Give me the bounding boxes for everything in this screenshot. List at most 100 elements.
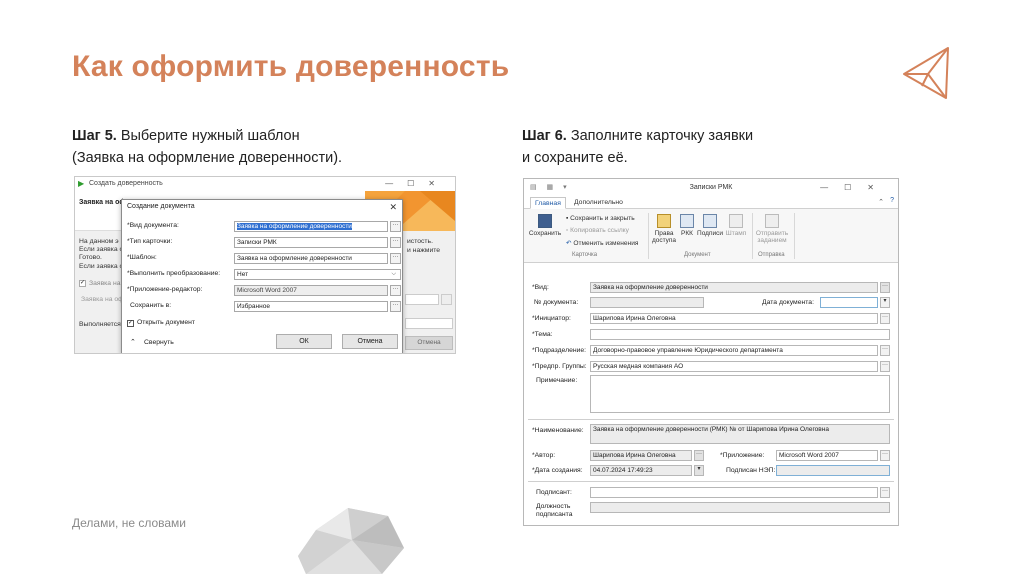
- app-ellipsis-button[interactable]: ···: [880, 450, 890, 461]
- group-ellipsis-button[interactable]: ···: [880, 361, 890, 372]
- save-close-button[interactable]: ▪ Сохранить и закрыть: [566, 215, 635, 222]
- group-field[interactable]: Русская медная компания АО: [590, 361, 878, 372]
- copy-link-label: Копировать ссылку: [570, 227, 629, 234]
- initiator-field[interactable]: Шарипова Ирина Олеговна: [590, 313, 878, 324]
- position-label-2: подписанта: [536, 511, 573, 518]
- request-card-screenshot: ▤ ▦ ▾ Записки РМК —☐✕ Главная Дополнител…: [523, 178, 899, 526]
- signer-field[interactable]: [590, 487, 878, 498]
- signatures-button[interactable]: Подписи: [696, 214, 724, 237]
- author-label: *Автор:: [532, 452, 556, 459]
- created-label: *Дата создания:: [532, 467, 583, 474]
- ribbon-separator: [794, 213, 795, 259]
- create-document-dialog: Создание документа ✕ *Вид документа: Зая…: [121, 199, 403, 353]
- dialog-row-editor: *Приложение-редактор: Microsoft Word 200…: [122, 285, 402, 297]
- docdate-field[interactable]: [820, 297, 878, 308]
- name-field[interactable]: Заявка на оформление доверенности (РМК) …: [590, 424, 890, 444]
- doc-type-value: Заявка на оформление доверенности: [237, 223, 352, 230]
- bg-cancel-button[interactable]: Отмена: [405, 336, 453, 350]
- quick-access-icons[interactable]: ▤ ▦ ▾: [530, 179, 571, 197]
- close-icon[interactable]: ✕: [389, 200, 397, 214]
- signed-field[interactable]: [776, 465, 890, 476]
- ribbon-separator: [648, 213, 649, 259]
- bg-checkbox[interactable]: ✓: [79, 280, 86, 287]
- app-label: *Приложение:: [720, 452, 765, 459]
- ok-button[interactable]: ОК: [276, 334, 332, 349]
- window-controls-icon[interactable]: —☐✕: [820, 179, 890, 197]
- copy-link-button[interactable]: ▫ Копировать ссылку: [566, 227, 629, 234]
- theme-label: *Тема:: [532, 331, 553, 338]
- step-5-text: Шаг 5. Выберите нужный шаблон (Заявка на…: [72, 125, 342, 169]
- save-button[interactable]: Сохранить: [528, 214, 562, 237]
- access-rights-button[interactable]: Права доступа: [650, 214, 678, 244]
- doc-type-input[interactable]: Заявка на оформление доверенности: [234, 221, 388, 232]
- tab-main[interactable]: Главная: [530, 197, 566, 209]
- group-card-label: Карточка: [572, 252, 598, 258]
- tab-additional[interactable]: Дополнительно: [570, 197, 627, 209]
- help-icon[interactable]: ?: [890, 197, 894, 204]
- template-ellipsis-button[interactable]: ···: [390, 253, 401, 264]
- bg-header-text: Заявка на оф: [79, 199, 126, 206]
- cancel-changes-label: Отменить изменения: [573, 240, 639, 247]
- calendar-icon[interactable]: ▾: [880, 297, 890, 308]
- cancel-changes-button[interactable]: ↶ Отменить изменения: [566, 239, 638, 247]
- dialog-row-card-type: *Тип карточки: Записки РМК ···: [122, 237, 402, 249]
- bg-field-label: Заявка на оф: [81, 296, 124, 303]
- theme-field[interactable]: [590, 329, 890, 340]
- bg-window-title: Создать доверенность: [89, 180, 163, 187]
- initiator-ellipsis-button[interactable]: ···: [880, 313, 890, 324]
- bg-field-input[interactable]: [405, 294, 439, 305]
- template-input[interactable]: Заявка на оформление доверенности: [234, 253, 388, 264]
- bg-field-ellipsis[interactable]: [441, 294, 452, 305]
- step-5-label: Шаг 5.: [72, 128, 117, 144]
- author-field[interactable]: Шарипова Ирина Олеговна: [590, 450, 692, 461]
- app-field[interactable]: Microsoft Word 2007: [776, 450, 878, 461]
- step-5-line2: (Заявка на оформление доверенности).: [72, 150, 343, 166]
- convert-select[interactable]: Нет ⌵: [234, 269, 401, 280]
- app-arrow-icon: ▶: [78, 179, 85, 188]
- created-field[interactable]: 04.07.2024 17:49:23: [590, 465, 692, 476]
- rkk-label: РКК: [681, 230, 693, 237]
- editor-input[interactable]: Microsoft Word 2007: [234, 285, 388, 296]
- save-to-input[interactable]: Избранное: [234, 301, 388, 312]
- stamp-label: Штамп: [725, 230, 747, 237]
- group-document-label: Документ: [684, 252, 711, 258]
- template-label: *Шаблон:: [127, 254, 157, 261]
- send-icon: [765, 214, 779, 228]
- card-type-ellipsis-button[interactable]: ···: [390, 237, 401, 248]
- signer-ellipsis-button[interactable]: ···: [880, 487, 890, 498]
- window-controls-icon[interactable]: —☐✕: [385, 177, 449, 191]
- chevron-up-icon[interactable]: ⌃: [130, 338, 136, 346]
- save-to-ellipsis-button[interactable]: ···: [390, 301, 401, 312]
- group-label: *Предпр. Группы:: [532, 363, 587, 370]
- card-type-input[interactable]: Записки РМК: [234, 237, 388, 248]
- bg-text-1: На данном э: [79, 238, 119, 245]
- docdate-label: Дата документа:: [762, 299, 814, 306]
- save-icon: [538, 214, 552, 228]
- editor-label: *Приложение-редактор:: [127, 286, 203, 293]
- author-ellipsis-button[interactable]: ···: [694, 450, 704, 461]
- rkk-button[interactable]: РКК: [678, 214, 696, 237]
- created-calendar-icon[interactable]: ▾: [694, 465, 704, 476]
- page-title: Как оформить доверенность: [72, 50, 510, 83]
- note-textarea[interactable]: [590, 375, 890, 413]
- stamp-button[interactable]: Штамп: [724, 214, 748, 237]
- doc-type-ellipsis-button[interactable]: ···: [390, 221, 401, 232]
- vid-field[interactable]: Заявка на оформление доверенности: [590, 282, 878, 293]
- collapse-link[interactable]: Свернуть: [144, 339, 174, 346]
- send-label: Отправить: [755, 230, 789, 237]
- position-field[interactable]: [590, 502, 890, 513]
- signer-label: Подписант:: [536, 489, 572, 496]
- open-document-checkbox[interactable]: ✓: [127, 320, 134, 327]
- vid-ellipsis-button[interactable]: ···: [880, 282, 890, 293]
- dept-field[interactable]: Договорно-правовое управление Юридическо…: [590, 345, 878, 356]
- dialog-row-save-to: Сохранить в: Избранное ···: [122, 301, 402, 313]
- dept-ellipsis-button[interactable]: ···: [880, 345, 890, 356]
- cancel-button[interactable]: Отмена: [342, 334, 398, 349]
- rights-label: Права: [654, 230, 674, 237]
- send-task-button[interactable]: Отправить заданием: [754, 214, 790, 244]
- collapse-ribbon-icon[interactable]: ⌃: [878, 198, 884, 206]
- docnum-field[interactable]: [590, 297, 704, 308]
- editor-ellipsis-button[interactable]: ···: [390, 285, 401, 296]
- name-label: *Наименование:: [532, 427, 584, 434]
- vid-label: *Вид:: [532, 284, 549, 291]
